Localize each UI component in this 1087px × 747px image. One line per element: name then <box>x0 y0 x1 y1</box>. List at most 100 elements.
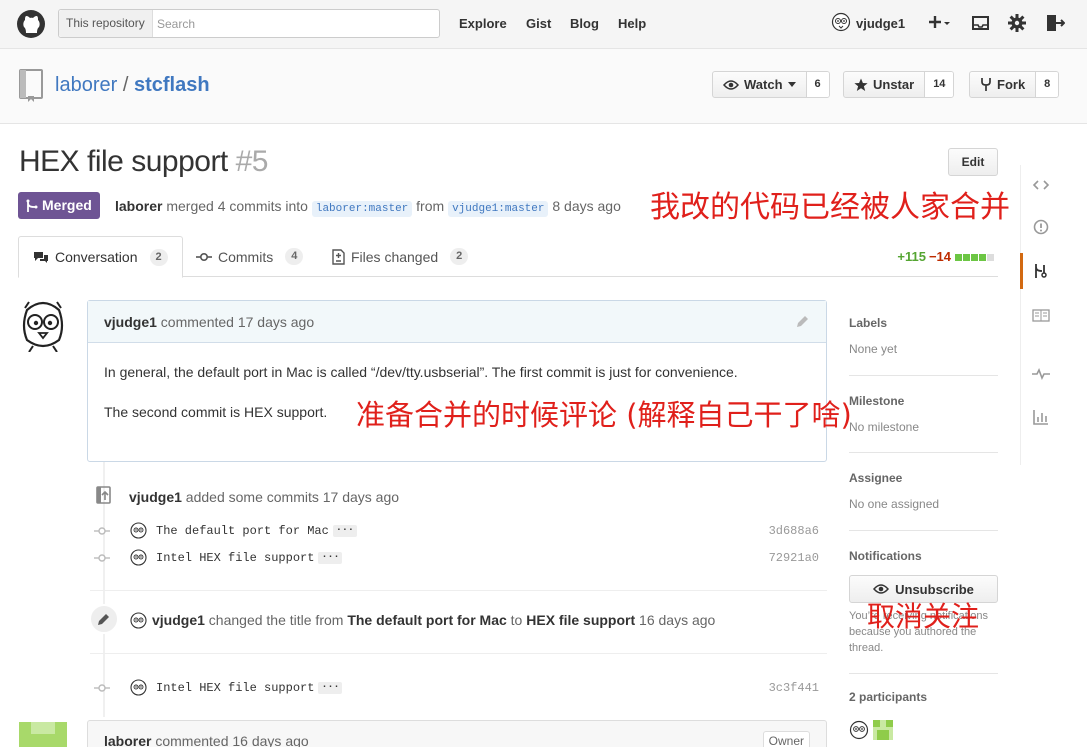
pull-request-title: HEX file support #5 <box>19 145 269 179</box>
diff-block <box>963 254 970 261</box>
search-box[interactable]: This repository <box>58 9 440 38</box>
title-change-event: vjudge1 changed the title from The defau… <box>152 612 715 628</box>
diff-block <box>987 254 994 261</box>
merger-link[interactable]: laborer <box>115 198 162 214</box>
rename-event-author[interactable]: vjudge1 <box>152 612 205 628</box>
watch-button[interactable]: Watch <box>713 72 806 97</box>
commit-icon <box>196 252 212 261</box>
unstar-button[interactable]: Unstar <box>844 72 924 97</box>
commit-author-avatar[interactable] <box>130 549 147 566</box>
user-avatar[interactable] <box>831 12 851 32</box>
rename-event-badge <box>89 604 119 634</box>
commit-author-avatar[interactable] <box>130 522 147 539</box>
commit-sha[interactable]: 3d688a6 <box>769 524 819 538</box>
rename-author-avatar[interactable] <box>130 612 147 629</box>
comment-paragraph-1: In general, the default port in Mac is c… <box>104 364 738 380</box>
search-scope-label[interactable]: This repository <box>59 10 153 37</box>
repo-name-link[interactable]: stcflash <box>134 74 210 96</box>
owner-comment-timestamp[interactable]: commented 16 days ago <box>155 733 308 747</box>
header-username[interactable]: vjudge1 <box>856 16 905 31</box>
create-new-icon[interactable] <box>928 12 950 34</box>
commit-message-text[interactable]: Intel HEX file support <box>156 551 314 565</box>
commits-event-author[interactable]: vjudge1 <box>129 489 182 505</box>
owner-comment-header: laborer commented 16 days ago <box>104 733 309 747</box>
notifications-section: Notifications <box>849 549 998 563</box>
repository-title: laborer / stcflash <box>55 74 210 97</box>
pull-requests-icon[interactable] <box>1031 261 1051 281</box>
commit-row: The default port for Mac ··· 3d688a6 <box>94 521 819 541</box>
tab-files-changed[interactable]: Files changed 2 <box>318 236 482 277</box>
file-diff-icon <box>332 248 345 265</box>
repo-side-nav <box>1020 165 1060 465</box>
unsubscribe-button[interactable]: Unsubscribe <box>849 575 998 603</box>
from-text: from <box>416 198 445 214</box>
fork-button[interactable]: Fork <box>970 72 1035 97</box>
watch-count[interactable]: 6 <box>805 72 829 97</box>
star-count[interactable]: 14 <box>924 72 954 97</box>
head-branch: vjudge1:master <box>448 201 549 217</box>
tab-commits[interactable]: Commits 4 <box>182 236 317 277</box>
code-icon[interactable] <box>1031 175 1051 195</box>
diff-deletions: −14 <box>928 249 951 264</box>
tab-conversation-label: Conversation <box>55 249 138 265</box>
fork-label: Fork <box>997 77 1026 92</box>
comment-timestamp[interactable]: commented 17 days ago <box>161 314 314 330</box>
assignee-section[interactable]: Assignee No one assigned <box>849 471 998 511</box>
labels-value: None yet <box>849 342 898 356</box>
participant-avatar[interactable] <box>873 720 893 740</box>
tab-conversation[interactable]: Conversation 2 <box>18 236 183 278</box>
assignee-title: Assignee <box>849 471 903 485</box>
fork-count[interactable]: 8 <box>1035 72 1059 97</box>
rename-time[interactable]: 16 days ago <box>639 612 715 628</box>
repo-owner-link[interactable]: laborer <box>55 74 117 96</box>
commit-message: Intel HEX file support ··· <box>156 551 343 565</box>
commit-sha[interactable]: 72921a0 <box>769 551 819 565</box>
inbox-icon[interactable] <box>970 12 992 34</box>
commit-message-text[interactable]: The default port for Mac <box>156 524 329 538</box>
timeline-divider <box>90 653 827 654</box>
labels-section[interactable]: Labels None yet <box>849 316 998 356</box>
fork-icon <box>981 78 991 91</box>
timeline-divider <box>90 590 827 591</box>
milestone-section[interactable]: Milestone No milestone <box>849 394 998 434</box>
comment-author-avatar[interactable] <box>19 300 67 352</box>
base-branch: laborer:master <box>311 201 413 217</box>
star-icon <box>854 78 868 91</box>
nav-gist[interactable]: Gist <box>526 16 551 31</box>
star-button-group: Unstar 14 <box>843 71 955 98</box>
owner-comment-author[interactable]: laborer <box>104 733 151 747</box>
owner-tag: Owner <box>762 731 810 747</box>
participant-avatar[interactable] <box>849 720 869 740</box>
issues-icon[interactable] <box>1031 217 1051 237</box>
commit-message-text[interactable]: Intel HEX file support <box>156 681 314 695</box>
commit-expand-button[interactable]: ··· <box>318 681 343 694</box>
github-logo-icon[interactable] <box>16 9 46 39</box>
annotation-comment: 准备合并的时候评论 (解释自己干了啥) <box>356 398 852 432</box>
old-title: The default port for Mac <box>347 612 507 628</box>
nav-explore[interactable]: Explore <box>459 16 507 31</box>
rename-text-1: changed the title from <box>208 612 344 628</box>
tab-files-count: 2 <box>450 248 469 265</box>
nav-help[interactable]: Help <box>618 16 646 31</box>
tab-conversation-count: 2 <box>149 248 168 266</box>
commit-expand-button[interactable]: ··· <box>318 551 343 564</box>
edit-title-button[interactable]: Edit <box>948 148 998 176</box>
sign-out-icon[interactable] <box>1043 12 1065 34</box>
repo-book-icon <box>19 69 43 102</box>
search-input[interactable] <box>157 14 427 33</box>
comment-box: vjudge1 commented 17 days ago In general… <box>87 300 827 462</box>
edit-pencil-icon[interactable] <box>794 314 810 330</box>
owner-avatar[interactable] <box>19 718 67 747</box>
user-avatar-wrapper[interactable] <box>831 12 851 34</box>
wiki-icon[interactable] <box>1031 305 1051 325</box>
pulse-icon[interactable] <box>1031 363 1051 383</box>
commit-author-avatar[interactable] <box>130 679 147 696</box>
nav-blog[interactable]: Blog <box>570 16 599 31</box>
repository-header: laborer / stcflash Watch 6 Unstar 14 For… <box>0 49 1087 124</box>
commit-expand-button[interactable]: ··· <box>332 524 357 537</box>
settings-gear-icon[interactable] <box>1006 12 1028 34</box>
commit-sha[interactable]: 3c3f441 <box>769 681 819 695</box>
commits-event-text: added some commits 17 days ago <box>185 489 400 505</box>
graphs-icon[interactable] <box>1031 407 1051 427</box>
comment-author[interactable]: vjudge1 <box>104 314 157 330</box>
